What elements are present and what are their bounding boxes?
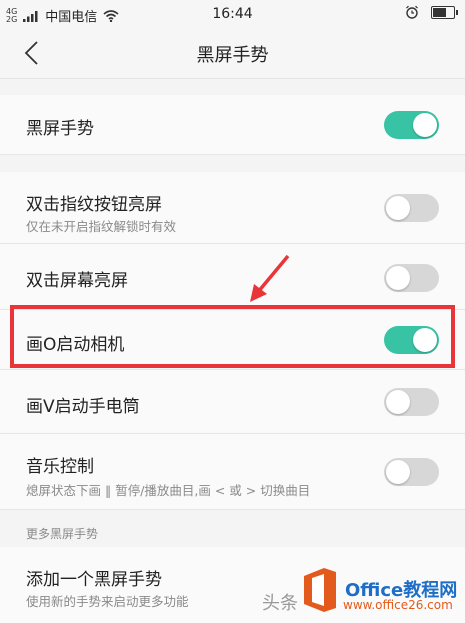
toggle-knob	[413, 113, 437, 137]
alarm-icon	[406, 5, 418, 19]
toggle-knob	[386, 460, 410, 484]
watermark-site-url: www.office26.com	[343, 598, 453, 612]
page-title: 黑屏手势	[196, 45, 269, 66]
setting-row-double-tap-fingerprint[interactable]: 双击指纹按钮亮屏 仅在未开启指纹解锁时有效	[0, 172, 465, 244]
setting-title: 双击指纹按钮亮屏	[26, 195, 162, 215]
red-arrow-annotation	[250, 254, 290, 302]
setting-row-music-control[interactable]: 音乐控制 熄屏状态下画 ‖ 暂停/播放曲目,画 < 或 > 切换曲目	[0, 434, 465, 510]
toggle-switch[interactable]	[384, 388, 439, 416]
setting-title: 画V启动手电筒	[26, 397, 140, 417]
toggle-switch[interactable]	[384, 264, 439, 292]
setting-row-draw-o-camera[interactable]: 画O启动相机	[0, 310, 465, 370]
status-right	[405, 5, 458, 19]
nav-bar: 黑屏手势	[0, 28, 465, 79]
watermark-source: 头条	[262, 593, 298, 614]
toggle-switch[interactable]	[384, 458, 439, 486]
status-time: 16:44	[212, 6, 253, 22]
status-bar: 4G 2G 中国电信 16:44	[0, 0, 465, 28]
office-logo-icon	[304, 568, 336, 612]
battery-icon	[431, 5, 458, 19]
setting-title: 添加一个黑屏手势	[26, 570, 162, 590]
toggle-knob	[386, 196, 410, 220]
section-label-more-gestures: 更多黑屏手势	[26, 527, 99, 541]
toggle-switch[interactable]	[384, 111, 439, 139]
setting-subtitle: 使用新的手势来启动更多功能	[26, 594, 189, 609]
setting-subtitle: 熄屏状态下画 ‖ 暂停/播放曲目,画 < 或 > 切换曲目	[26, 483, 311, 498]
setting-subtitle: 仅在未开启指纹解锁时有效	[26, 219, 177, 234]
toggle-knob	[386, 266, 410, 290]
setting-title: 双击屏幕亮屏	[26, 271, 128, 291]
toggle-knob	[413, 328, 437, 352]
toggle-knob	[386, 390, 410, 414]
setting-row-double-tap-screen[interactable]: 双击屏幕亮屏	[0, 244, 465, 310]
setting-title: 音乐控制	[26, 457, 94, 477]
setting-title: 黑屏手势	[26, 119, 94, 139]
setting-row-draw-v-flashlight[interactable]: 画V启动手电筒	[0, 370, 465, 434]
toggle-switch[interactable]	[384, 326, 439, 354]
setting-title: 画O启动相机	[26, 335, 125, 355]
toggle-switch[interactable]	[384, 194, 439, 222]
setting-row-master[interactable]: 黑屏手势	[0, 95, 465, 155]
